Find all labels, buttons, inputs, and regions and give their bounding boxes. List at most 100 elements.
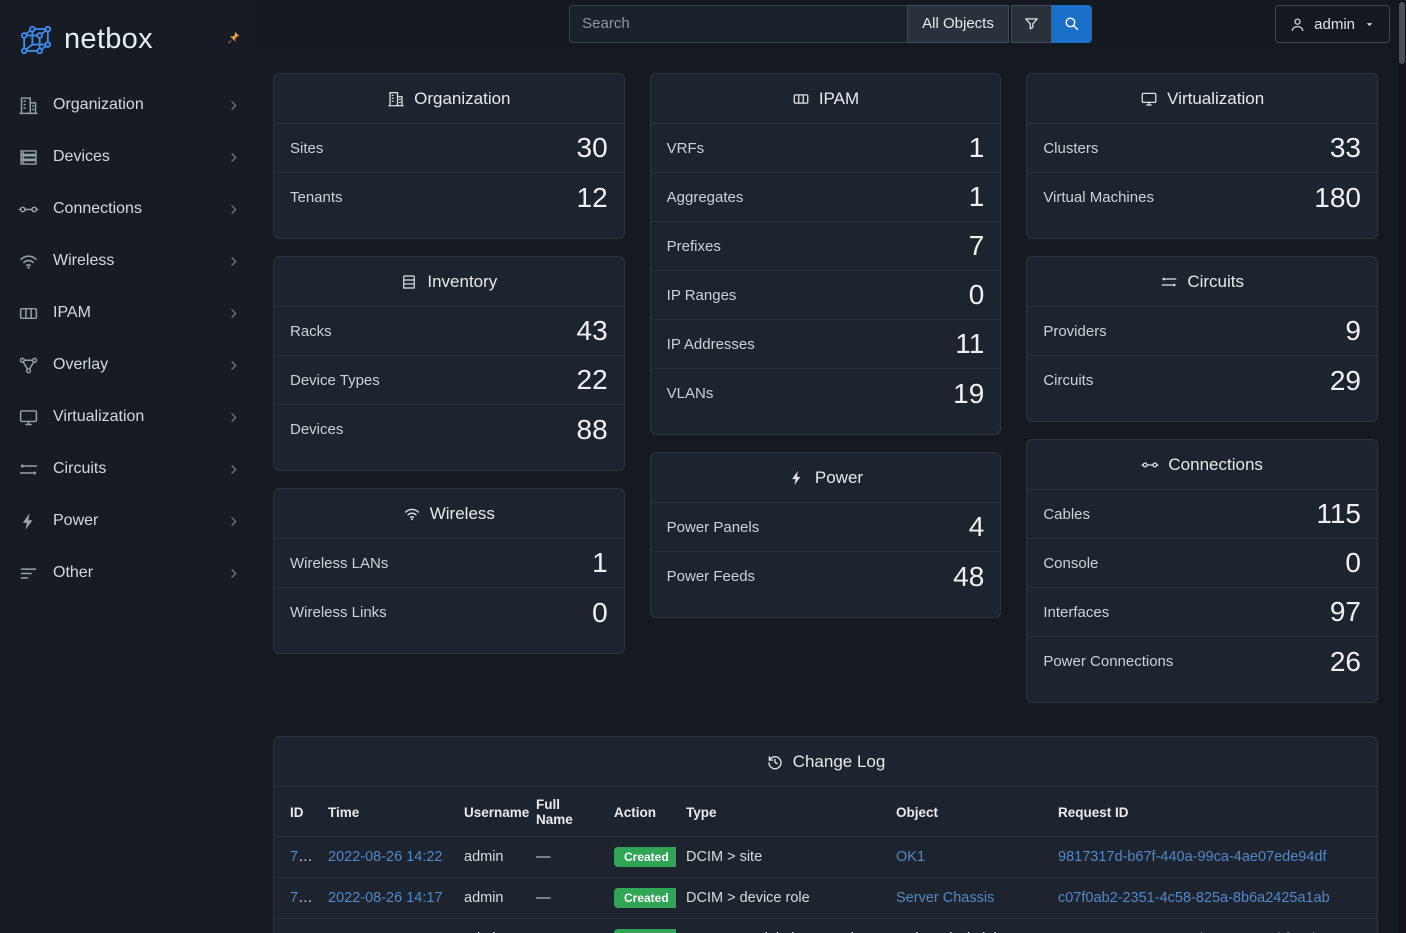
- user-menu-button[interactable]: admin: [1275, 5, 1390, 43]
- stat-value-racks[interactable]: 43: [577, 317, 608, 345]
- building-icon: [387, 90, 405, 108]
- stat-value-prefixes[interactable]: 7: [969, 232, 985, 260]
- stat-row-devices: Devices88: [274, 405, 624, 454]
- sidebar-item-organization[interactable]: Organization: [0, 79, 255, 131]
- stat-value-power-panels[interactable]: 4: [969, 513, 985, 541]
- sidebar-item-devices[interactable]: Devices: [0, 131, 255, 183]
- card-header-power: Power: [651, 453, 1001, 503]
- stat-value-aggregates[interactable]: 1: [969, 183, 985, 211]
- stat-label: Wireless LANs: [290, 555, 388, 572]
- change-object-link[interactable]: Server Chassis: [896, 890, 994, 906]
- connections-icon: [18, 199, 39, 220]
- stat-label: Wireless Links: [290, 604, 387, 621]
- sidebar-item-label: Overlay: [53, 356, 212, 374]
- changelog-row: 7552022-08-26 14:22admin—CreatedDCIM > s…: [274, 837, 1377, 878]
- search-submit-button[interactable]: [1051, 5, 1092, 43]
- filter-button[interactable]: [1011, 5, 1052, 43]
- stat-value-wireless-lans[interactable]: 1: [592, 549, 608, 577]
- scrollbar[interactable]: [1398, 0, 1406, 933]
- circuits-icon: [18, 459, 39, 480]
- card-ipam: IPAMVRFs1Aggregates1Prefixes7IP Ranges0I…: [650, 73, 1002, 435]
- brand-name: netbox: [64, 23, 153, 56]
- stat-row-wireless-lans: Wireless LANs 1: [274, 539, 624, 588]
- netbox-logo[interactable]: netbox: [16, 20, 153, 60]
- stat-label: Interfaces: [1043, 604, 1109, 621]
- change-id-link[interactable]: 754: [290, 890, 314, 906]
- sidebar-item-other[interactable]: Other: [0, 547, 255, 599]
- stat-value-clusters[interactable]: 33: [1330, 134, 1361, 162]
- stat-value-tenants[interactable]: 12: [577, 184, 608, 212]
- cell-id: 753: [274, 919, 318, 933]
- search-input[interactable]: [569, 5, 908, 43]
- changelog-header: Change Log: [274, 737, 1377, 787]
- stat-row-racks: Racks43: [274, 307, 624, 356]
- sidebar-item-wireless[interactable]: Wireless: [0, 235, 255, 287]
- stat-value-virtual-machines[interactable]: 180: [1314, 184, 1361, 212]
- stat-value-power-connections[interactable]: 26: [1330, 648, 1361, 676]
- stat-value-vlans[interactable]: 19: [953, 380, 984, 408]
- card-header-ipam: IPAM: [651, 74, 1001, 124]
- stat-label: Virtual Machines: [1043, 189, 1154, 206]
- cell-object: OK1: [886, 837, 1048, 878]
- wifi-icon: [403, 505, 421, 523]
- stat-value-sites[interactable]: 30: [577, 134, 608, 162]
- sidebar-item-power[interactable]: Power: [0, 495, 255, 547]
- stat-value-cables[interactable]: 115: [1316, 500, 1361, 528]
- sidebar-item-label: Other: [53, 564, 212, 582]
- power-icon: [18, 511, 39, 532]
- stat-value-power-feeds[interactable]: 48: [953, 563, 984, 591]
- card-header-virtualization: Virtualization: [1027, 74, 1377, 124]
- stat-value-device-types[interactable]: 22: [577, 366, 608, 394]
- sidebar-pin-button[interactable]: [222, 28, 243, 49]
- stat-value-console[interactable]: 0: [1345, 549, 1361, 577]
- chevron-right-icon: [226, 358, 241, 373]
- card-organization: OrganizationSites30Tenants12: [273, 73, 625, 239]
- stat-row-vlans: VLANs19: [651, 369, 1001, 418]
- change-id-link[interactable]: 755: [290, 849, 314, 865]
- stat-row-circuits: Circuits29: [1027, 356, 1377, 405]
- cell-request-id: 24807c61-9952-49c6-b8a5-69760bfcc4b3: [1048, 919, 1377, 933]
- change-request-id-link[interactable]: 9817317d-b67f-440a-99ca-4ae07ede94df: [1058, 849, 1326, 865]
- stat-value-interfaces[interactable]: 97: [1330, 598, 1361, 626]
- search-scope-button[interactable]: All Objects: [907, 5, 1009, 43]
- change-time-link[interactable]: 2022-08-26 14:17: [328, 890, 443, 906]
- column-header-type: Type: [676, 787, 886, 837]
- change-object-link[interactable]: OK1: [896, 849, 925, 865]
- monitor-icon: [1140, 90, 1158, 108]
- sidebar-item-virtualization[interactable]: Virtualization: [0, 391, 255, 443]
- chevron-right-icon: [226, 306, 241, 321]
- sidebar: netbox Organization DevicesConnectionsWir…: [0, 0, 255, 933]
- stat-row-power-panels: Power Panels4: [651, 503, 1001, 552]
- building-icon: [18, 95, 39, 116]
- person-icon: [1289, 16, 1306, 33]
- search-icon: [1063, 15, 1080, 32]
- chevron-right-icon: [226, 566, 241, 581]
- sidebar-nav: Organization DevicesConnectionsWirelessIP…: [0, 79, 255, 599]
- change-time-link[interactable]: 2022-08-26 14:22: [328, 849, 443, 865]
- stat-value-circuits[interactable]: 29: [1330, 367, 1361, 395]
- sidebar-item-overlay[interactable]: Overlay: [0, 339, 255, 391]
- stat-value-ip-ranges[interactable]: 0: [969, 281, 985, 309]
- stat-value-ip-addresses[interactable]: 11: [955, 330, 984, 358]
- sidebar-item-circuits[interactable]: Circuits: [0, 443, 255, 495]
- stat-value-vrfs[interactable]: 1: [969, 134, 985, 162]
- sidebar-item-label: Organization: [53, 96, 212, 114]
- sidebar-item-connections[interactable]: Connections: [0, 183, 255, 235]
- cell-type: DCIM > module bay template: [676, 919, 886, 933]
- search-bar: All Objects: [569, 5, 1092, 43]
- card-header-connections: Connections: [1027, 440, 1377, 490]
- scrollbar-thumb[interactable]: [1399, 2, 1405, 64]
- cell-username: admin: [454, 919, 526, 933]
- cell-id: 754: [274, 878, 318, 919]
- cell-username: admin: [454, 878, 526, 919]
- stat-value-providers[interactable]: 9: [1345, 317, 1361, 345]
- chevron-right-icon: [226, 98, 241, 113]
- changelog-title: Change Log: [793, 752, 886, 772]
- sidebar-header: netbox: [0, 0, 255, 79]
- stat-row-sites: Sites30: [274, 124, 624, 173]
- stat-value-devices[interactable]: 88: [577, 416, 608, 444]
- sidebar-item-ipam[interactable]: IPAM: [0, 287, 255, 339]
- filter-icon: [1023, 15, 1040, 32]
- change-request-id-link[interactable]: c07f0ab2-2351-4c58-825a-8b6a2425a1ab: [1058, 890, 1330, 906]
- stat-value-wireless-links[interactable]: 0: [592, 599, 608, 627]
